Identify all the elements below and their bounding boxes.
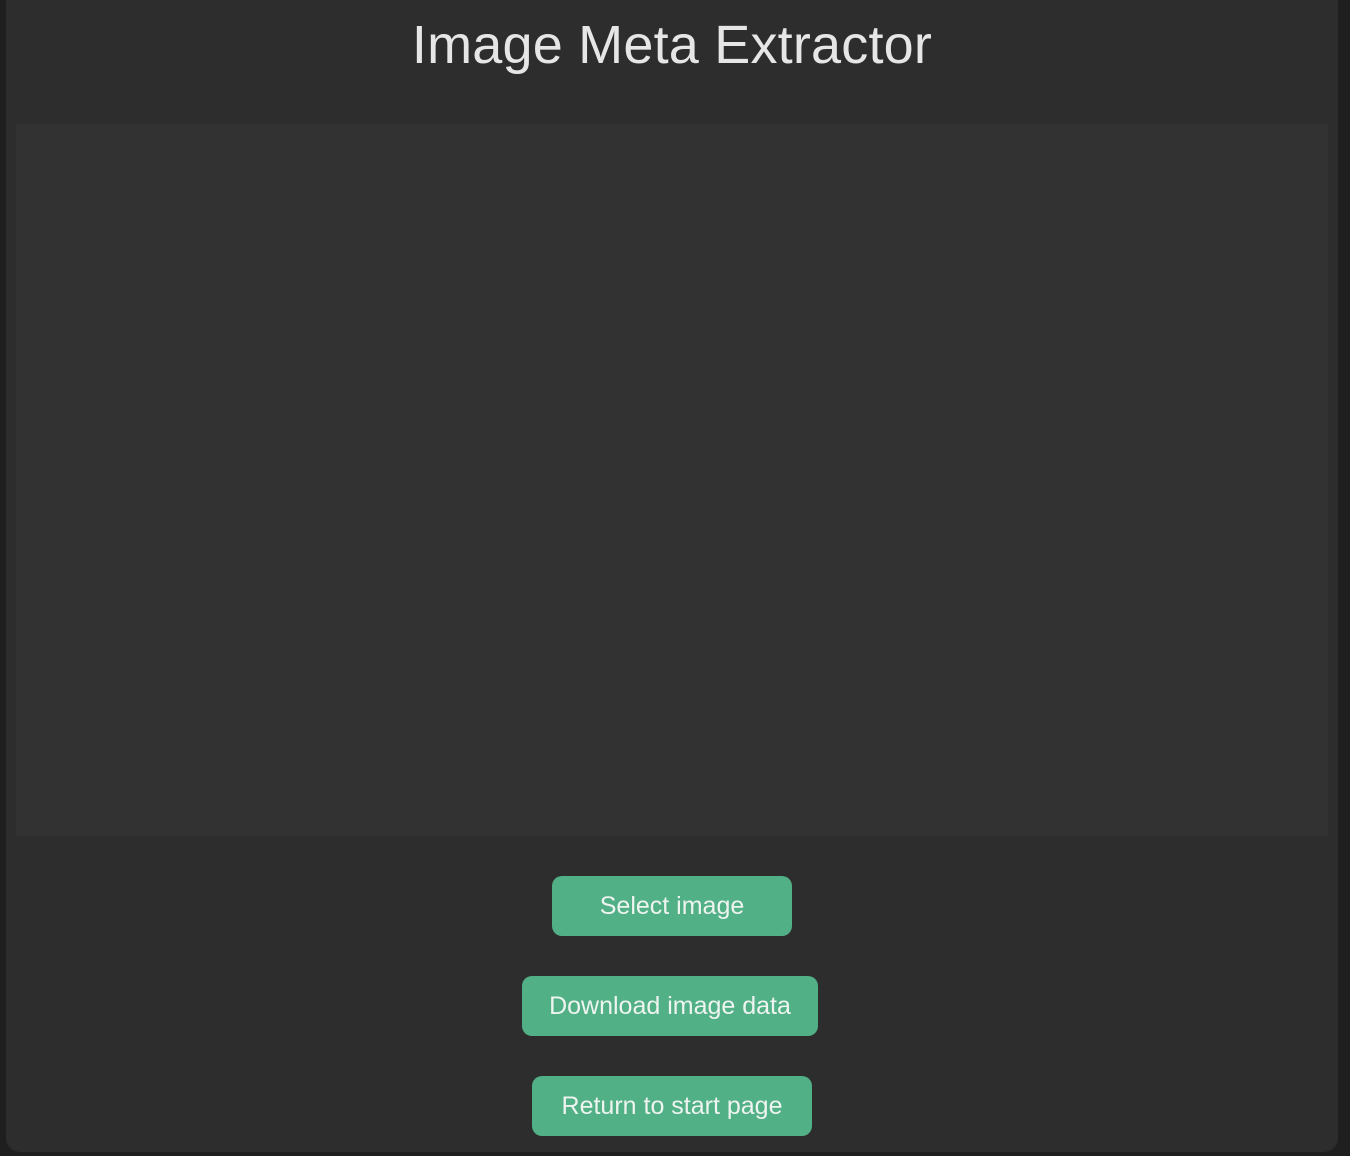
download-image-data-button[interactable]: Download image data: [522, 976, 818, 1036]
app-window: Image Meta Extractor Select image Downlo…: [6, 0, 1338, 1152]
page-title: Image Meta Extractor: [411, 15, 933, 75]
image-preview-area: [16, 124, 1328, 836]
select-image-button[interactable]: Select image: [552, 876, 792, 936]
return-to-start-button[interactable]: Return to start page: [532, 1076, 812, 1136]
